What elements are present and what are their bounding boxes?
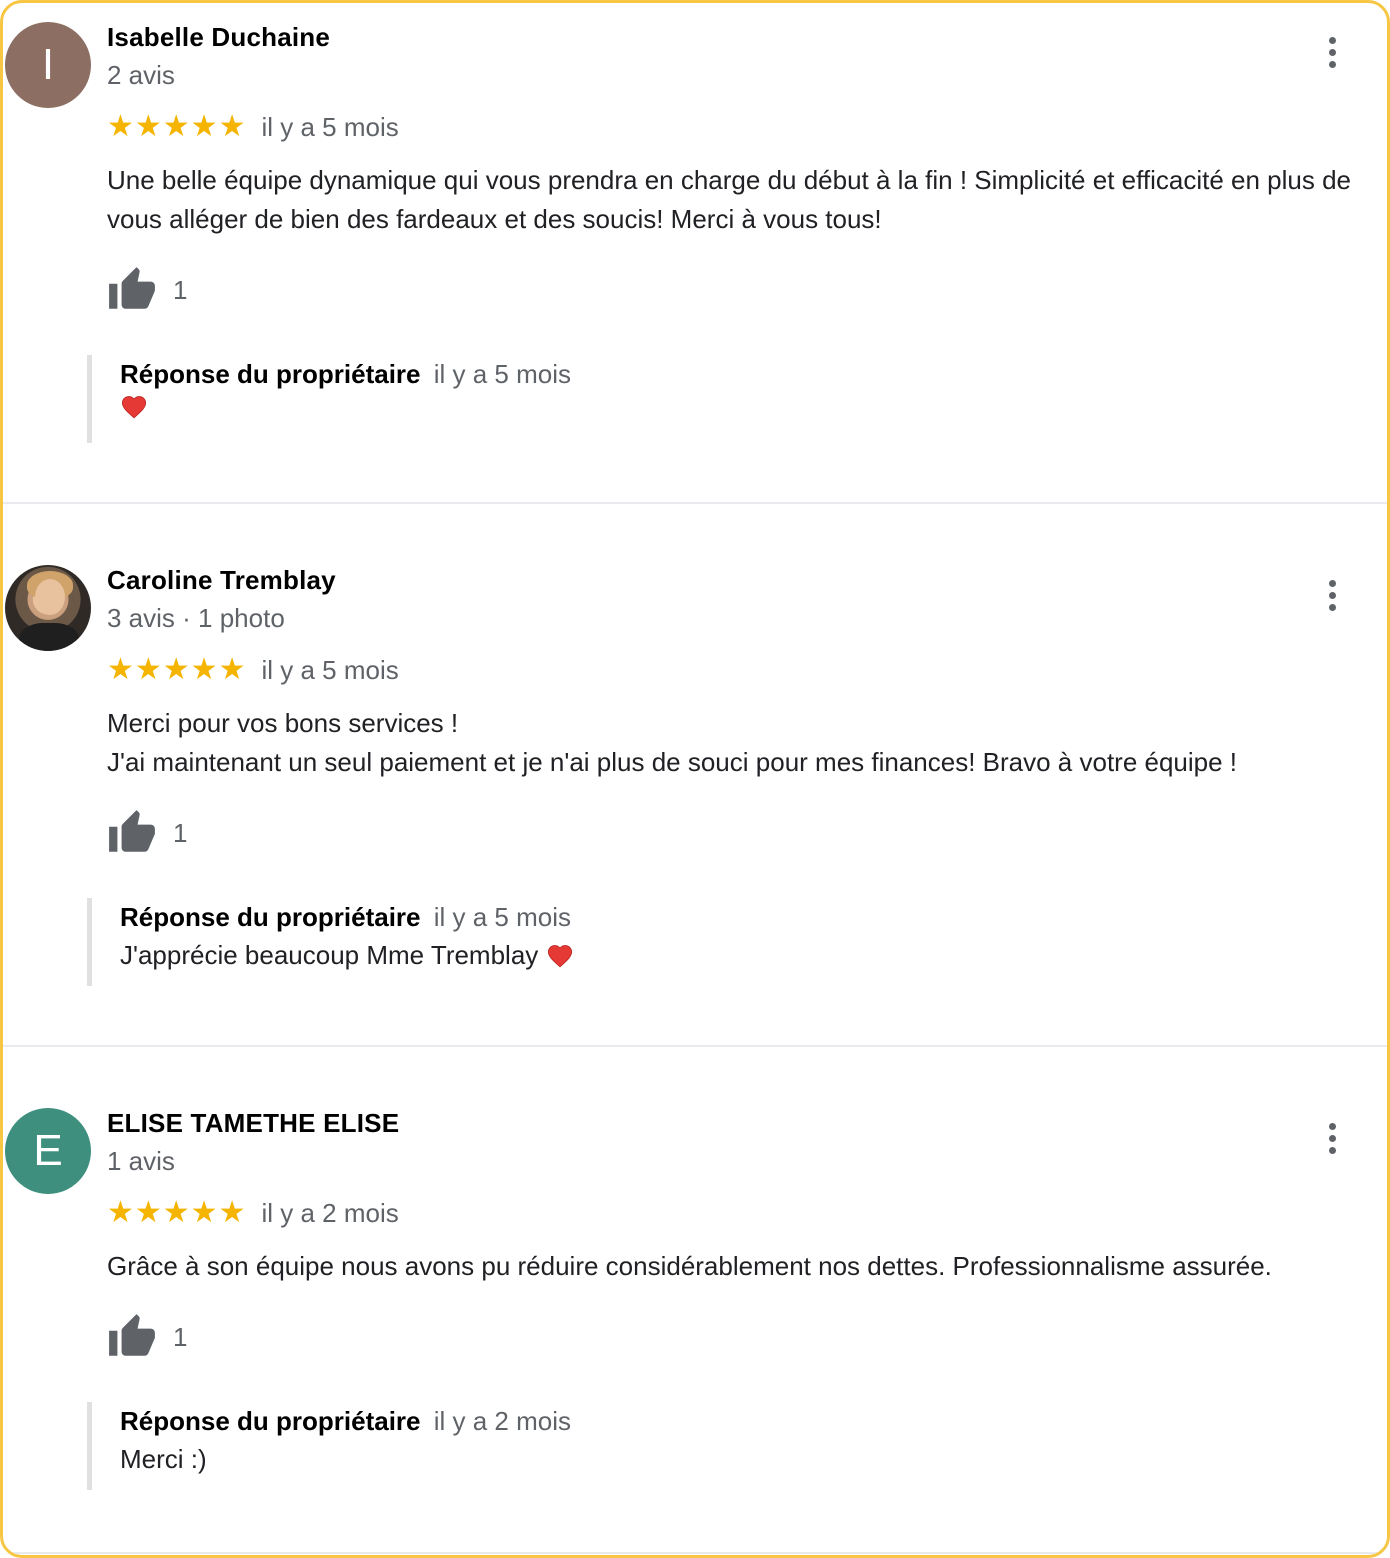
avatar-initial: E: [33, 1126, 63, 1175]
reviewer-name[interactable]: ELISE TAMETHE ELISE: [107, 1108, 399, 1139]
reply-text-content: J'apprécie beaucoup Mme Tremblay: [120, 940, 539, 970]
reviewer-meta[interactable]: 2 avis: [107, 60, 175, 91]
reviewer-name[interactable]: Caroline Tremblay: [107, 565, 336, 596]
review-card: E ELISE TAMETHE ELISE 1 avis ★★★★★ il y …: [3, 1089, 1387, 1554]
review-time: il y a 5 mois: [261, 111, 399, 142]
avatar[interactable]: E: [5, 1108, 91, 1194]
review-card: I Isabelle Duchaine 2 avis ★★★★★ il y a …: [3, 3, 1387, 504]
reviewer-meta[interactable]: 1 avis: [107, 1146, 175, 1177]
thumbs-up-icon: [109, 810, 155, 852]
rating-row: ★★★★★ il y a 2 mois: [107, 1193, 399, 1233]
reply-text-content: Merci :): [120, 1444, 207, 1474]
heart-icon: [548, 944, 573, 967]
review-text: Merci pour vos bons services ! J'ai main…: [107, 708, 1238, 777]
reply-time: il y a 5 mois: [433, 359, 571, 389]
reply-text: [120, 393, 1087, 421]
reply-title: Réponse du propriétaire: [120, 1406, 421, 1436]
review-text: Grâce à son équipe nous avons pu réduire…: [107, 1251, 1272, 1281]
like-button[interactable]: 1: [107, 1312, 187, 1362]
like-button[interactable]: 1: [107, 265, 187, 315]
owner-reply: Réponse du propriétaire il y a 2 mois Me…: [87, 1402, 1087, 1490]
reply-header: Réponse du propriétaire il y a 5 mois: [120, 898, 1087, 936]
avatar[interactable]: I: [5, 22, 91, 108]
more-options-icon[interactable]: [1325, 1123, 1339, 1159]
reply-text: Merci :): [120, 1440, 1087, 1479]
avatar[interactable]: [5, 565, 91, 651]
heart-icon: [121, 396, 147, 419]
more-options-icon[interactable]: [1325, 580, 1339, 616]
rating-row: ★★★★★ il y a 5 mois: [107, 107, 399, 147]
owner-reply: Réponse du propriétaire il y a 5 mois J'…: [87, 898, 1087, 986]
thumbs-up-icon: [109, 267, 155, 309]
rating-row: ★★★★★ il y a 5 mois: [107, 650, 399, 690]
avatar-initial: I: [41, 40, 55, 89]
review-card: Caroline Tremblay 3 avis · 1 photo ★★★★★…: [3, 546, 1387, 1047]
like-count: 1: [173, 274, 188, 305]
thumbs-up-icon: [109, 1314, 155, 1356]
reply-header: Réponse du propriétaire il y a 2 mois: [120, 1402, 1087, 1440]
reply-time: il y a 2 mois: [433, 1406, 571, 1436]
reply-title: Réponse du propriétaire: [120, 359, 421, 389]
review-time: il y a 2 mois: [261, 1197, 399, 1228]
reply-title: Réponse du propriétaire: [120, 902, 421, 932]
like-button[interactable]: 1: [107, 808, 187, 858]
reviewer-name[interactable]: Isabelle Duchaine: [107, 22, 330, 53]
reviews-panel: I Isabelle Duchaine 2 avis ★★★★★ il y a …: [0, 0, 1390, 1558]
reply-time: il y a 5 mois: [433, 902, 571, 932]
reviewer-meta[interactable]: 3 avis · 1 photo: [107, 603, 285, 634]
star-rating: ★★★★★: [107, 653, 247, 686]
reply-text: J'apprécie beaucoup Mme Tremblay: [120, 936, 1087, 975]
like-count: 1: [173, 1321, 188, 1352]
owner-reply: Réponse du propriétaire il y a 5 mois: [87, 355, 1087, 443]
reply-header: Réponse du propriétaire il y a 5 mois: [120, 355, 1087, 393]
star-rating: ★★★★★: [107, 1196, 247, 1229]
review-time: il y a 5 mois: [261, 654, 399, 685]
more-options-icon[interactable]: [1325, 37, 1339, 73]
review-text: Une belle équipe dynamique qui vous pren…: [107, 165, 1351, 234]
like-count: 1: [173, 817, 188, 848]
star-rating: ★★★★★: [107, 110, 247, 143]
